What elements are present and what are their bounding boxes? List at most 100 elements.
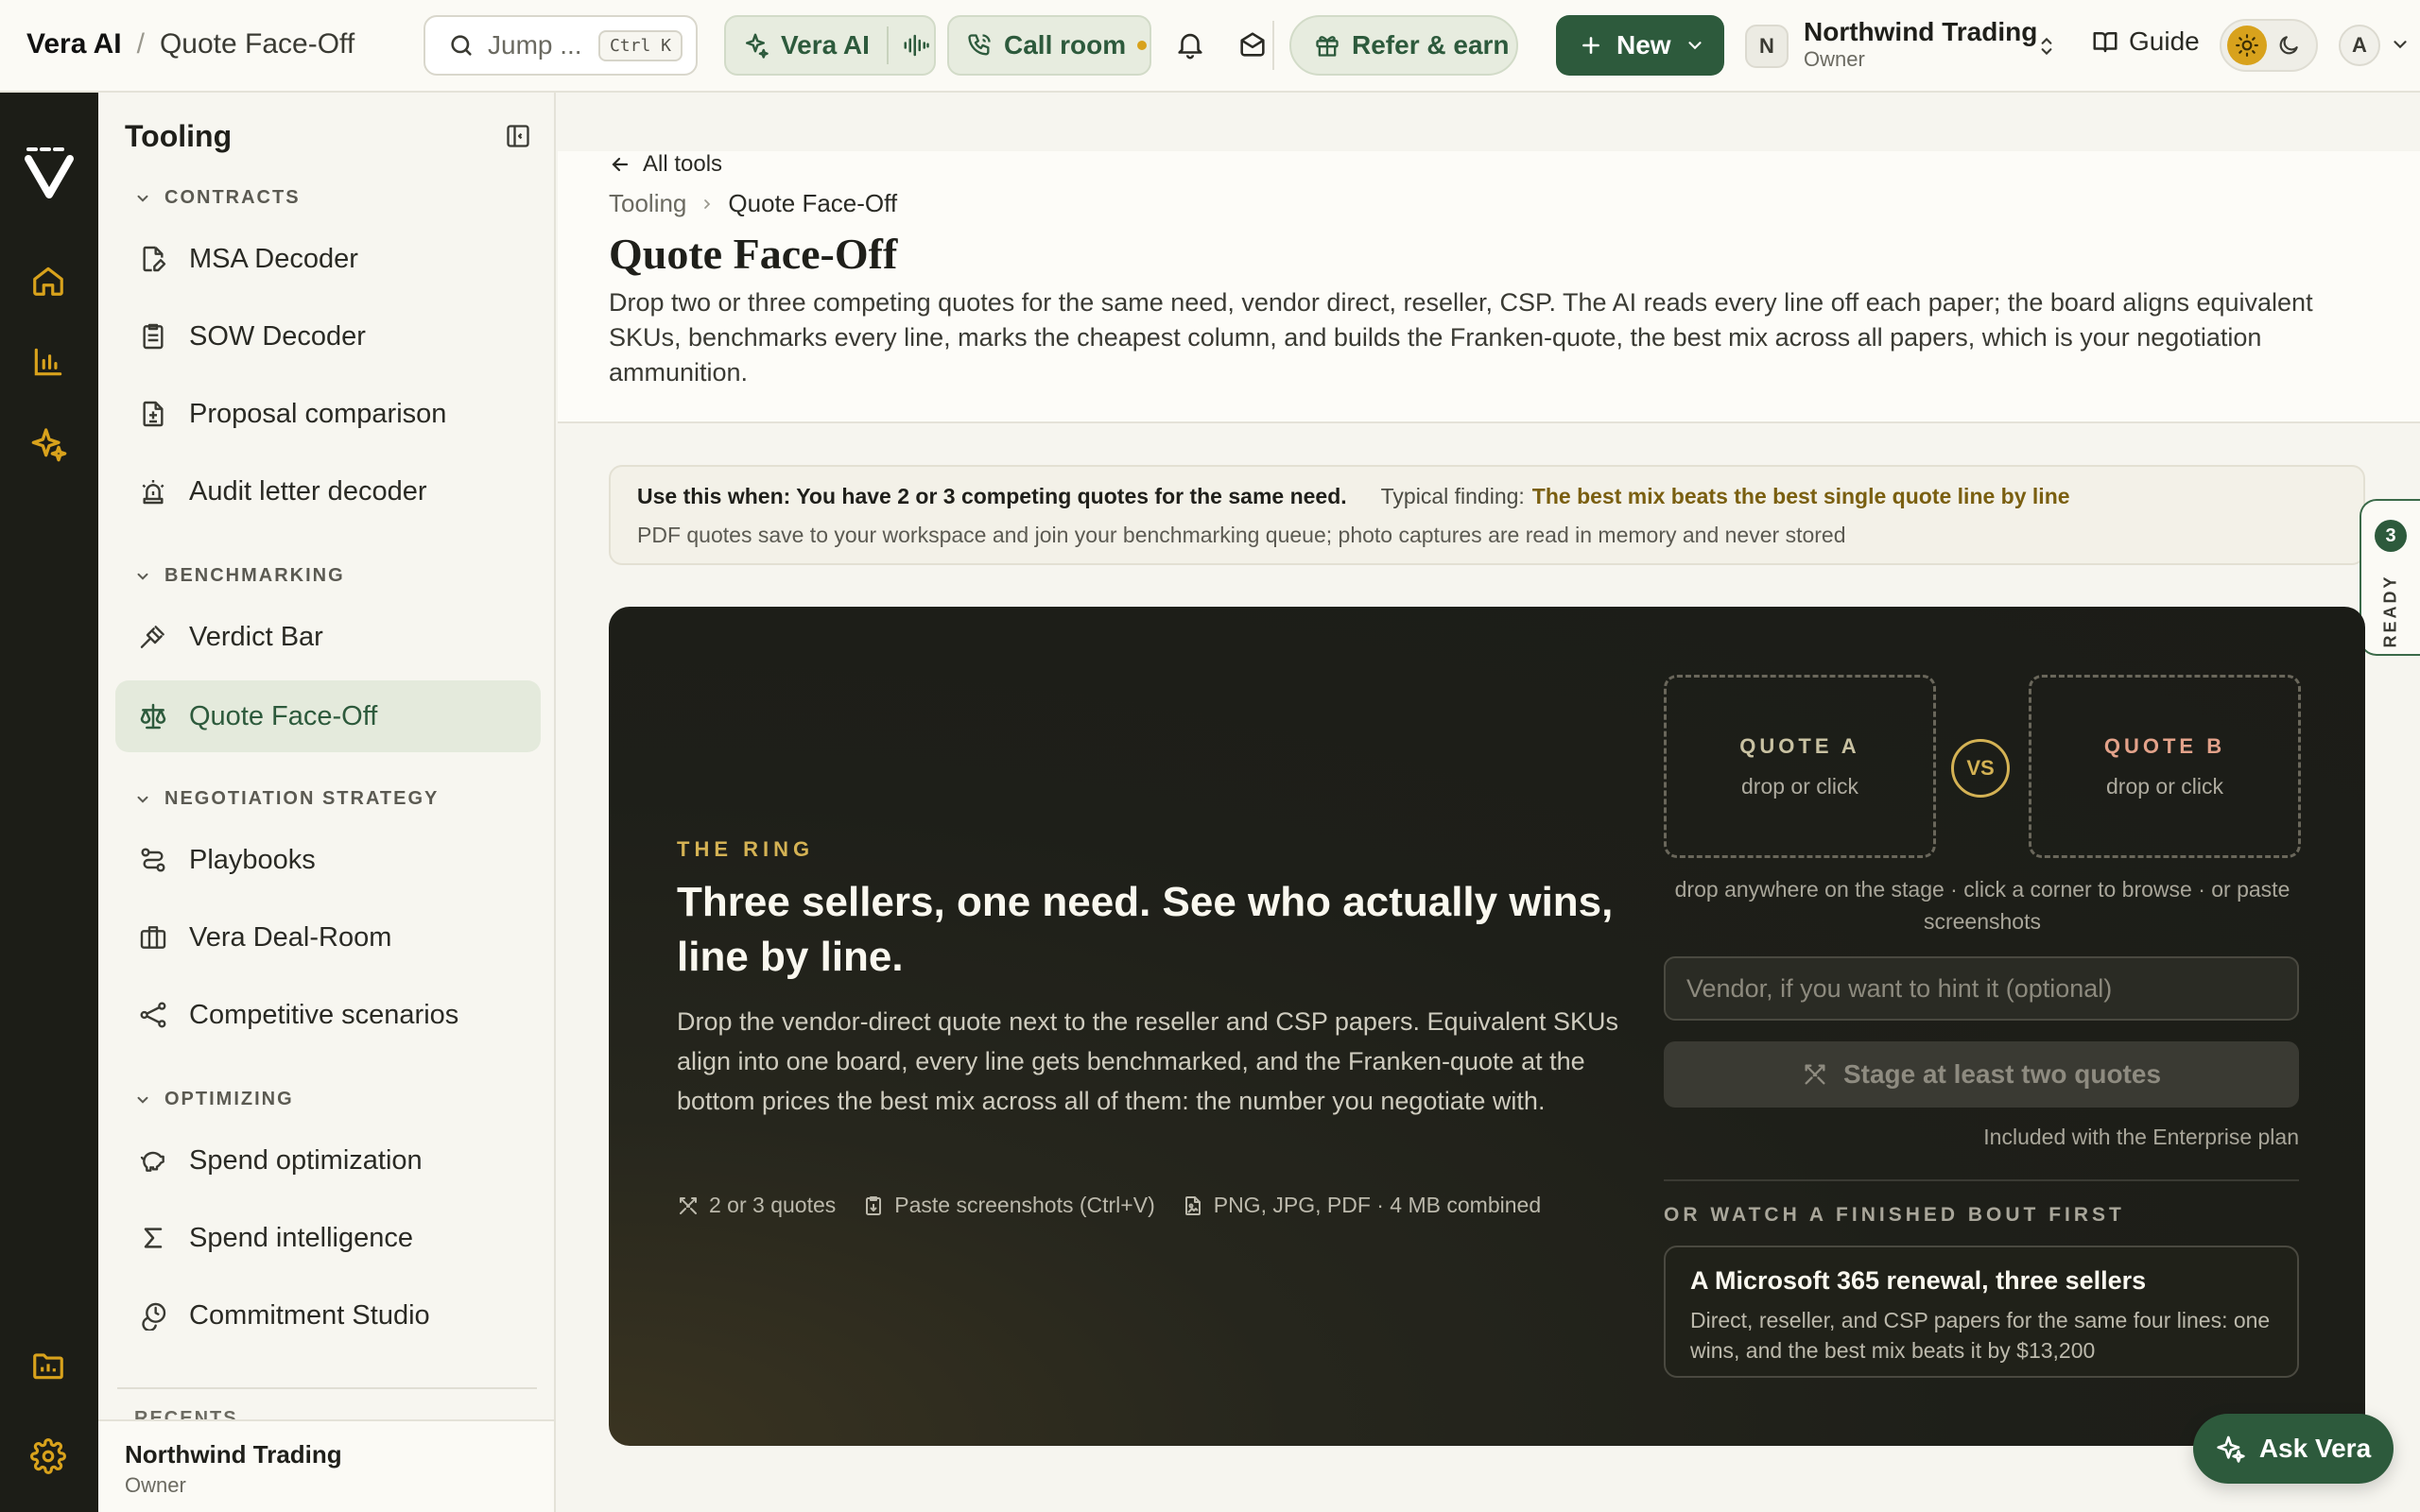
sparkle-tools-icon[interactable] bbox=[30, 425, 68, 463]
app-breadcrumb: Vera AI / Quote Face-Off bbox=[26, 28, 354, 60]
search-placeholder: Jump ... bbox=[488, 30, 582, 60]
briefcase-icon bbox=[136, 920, 170, 954]
ask-vera-button[interactable]: Ask Vera bbox=[2193, 1414, 2394, 1484]
section-negotiation-strategy[interactable]: NEGOTIATION STRATEGY bbox=[134, 788, 439, 810]
sidebar-item-playbooks[interactable]: Playbooks bbox=[115, 824, 541, 896]
chevron-right-icon bbox=[700, 197, 715, 212]
breadcrumb-separator: / bbox=[136, 28, 145, 60]
topbar-divider bbox=[1272, 21, 1274, 70]
scale-icon bbox=[136, 699, 170, 733]
guide-button[interactable]: Guide bbox=[2091, 26, 2200, 57]
quote-a-dropzone[interactable]: QUOTE A drop or click bbox=[1664, 675, 1936, 858]
section-label: CONTRACTS bbox=[164, 187, 301, 208]
sidebar-item-label: Quote Face-Off bbox=[189, 700, 378, 731]
org-role: Owner bbox=[1804, 47, 1865, 71]
page-description: Drop two or three competing quotes for t… bbox=[609, 288, 2313, 387]
sidebar-item-proposal-comparison[interactable]: Proposal comparison bbox=[115, 378, 541, 450]
sidebar-item-audit-letter-decoder[interactable]: Audit letter decoder bbox=[115, 455, 541, 527]
sidebar-item-quote-face-off[interactable]: Quote Face-Off bbox=[115, 680, 541, 752]
theme-toggle[interactable] bbox=[2220, 19, 2318, 72]
guide-label: Guide bbox=[2129, 26, 2200, 56]
analytics-icon[interactable] bbox=[30, 344, 66, 380]
sparkle-icon bbox=[741, 31, 769, 60]
org-switcher[interactable]: Northwind Trading Owner bbox=[1804, 17, 2037, 72]
stage-title: Three sellers, one need. See who actuall… bbox=[677, 879, 1614, 980]
chevron-down-icon[interactable] bbox=[2390, 34, 2411, 55]
new-label: New bbox=[1616, 30, 1671, 60]
bell-icon[interactable] bbox=[1174, 28, 1206, 60]
vendor-hint-input[interactable] bbox=[1664, 956, 2299, 1021]
sun-icon[interactable] bbox=[2227, 26, 2267, 65]
inbox-icon[interactable] bbox=[1236, 28, 1269, 60]
sidebar-item-label: Audit letter decoder bbox=[189, 475, 427, 507]
paste-screenshots-chip: Paste screenshots (Ctrl+V) bbox=[862, 1193, 1155, 1218]
clipboard-list-icon bbox=[136, 319, 170, 353]
chevron-down-icon bbox=[137, 796, 148, 803]
vera-ai-button[interactable]: Vera AI bbox=[724, 15, 936, 76]
demo-bout-card[interactable]: A Microsoft 365 renewal, three sellers D… bbox=[1664, 1246, 2299, 1378]
section-benchmarking[interactable]: BENCHMARKING bbox=[134, 565, 345, 587]
vera-logo[interactable] bbox=[23, 146, 76, 200]
sidebar-item-verdict-bar[interactable]: Verdict Bar bbox=[115, 601, 541, 673]
stage-description: Drop the vendor-direct quote next to the… bbox=[677, 1007, 1619, 1115]
org-name: Northwind Trading bbox=[1804, 17, 2038, 46]
back-to-all-tools-link[interactable]: All tools bbox=[609, 151, 722, 178]
reports-folder-icon[interactable] bbox=[30, 1348, 66, 1383]
settings-gear-icon[interactable] bbox=[30, 1438, 66, 1474]
swords-icon bbox=[1805, 1064, 1825, 1085]
collapse-sidebar-icon[interactable] bbox=[505, 123, 531, 149]
breadcrumb-tooling-link[interactable]: Tooling bbox=[609, 189, 686, 218]
quote-b-label: QUOTE B bbox=[2103, 733, 2226, 758]
ready-count-badge: 3 bbox=[2375, 520, 2407, 552]
voice-waveform-icon[interactable] bbox=[902, 31, 930, 60]
stage-button-label: Stage at least two quotes bbox=[1842, 1059, 2162, 1089]
refer-label: Refer & earn bbox=[1352, 30, 1510, 60]
sidebar-item-sow-decoder[interactable]: SOW Decoder bbox=[115, 301, 541, 372]
chevron-up-down-icon[interactable] bbox=[2034, 32, 2059, 60]
app-name[interactable]: Vera AI bbox=[26, 28, 122, 60]
section-optimizing[interactable]: OPTIMIZING bbox=[134, 1089, 294, 1110]
sidebar-item-label: Verdict Bar bbox=[189, 621, 323, 652]
section-contracts[interactable]: CONTRACTS bbox=[134, 187, 301, 209]
sidebar-org-footer[interactable]: Northwind Trading Owner bbox=[98, 1419, 554, 1512]
jump-search[interactable]: Jump ... Ctrl K bbox=[424, 15, 698, 76]
stage-quotes-button[interactable]: Stage at least two quotes bbox=[1664, 1041, 2299, 1108]
ready-queue-tab[interactable]: 3 READY bbox=[2360, 499, 2420, 656]
moon-icon[interactable] bbox=[2276, 33, 2301, 58]
quote-b-dropzone[interactable]: QUOTE B drop or click bbox=[2029, 675, 2301, 858]
chip-label: 2 or 3 quotes bbox=[709, 1193, 837, 1217]
icon-rail bbox=[0, 93, 98, 1512]
breadcrumb-current: Quote Face-Off bbox=[159, 28, 355, 60]
storage-note: PDF quotes save to your workspace and jo… bbox=[637, 523, 1846, 547]
sidebar-item-competitive-scenarios[interactable]: Competitive scenarios bbox=[115, 979, 541, 1051]
sidebar-item-vera-deal-room[interactable]: Vera Deal-Room bbox=[115, 902, 541, 973]
sigma-icon bbox=[136, 1221, 170, 1255]
sidebar-item-label: Vera Deal-Room bbox=[189, 921, 392, 953]
quote-count-chip: 2 or 3 quotes bbox=[677, 1193, 836, 1218]
chevron-down-icon bbox=[137, 573, 148, 580]
sidebar-item-msa-decoder[interactable]: MSA Decoder bbox=[115, 223, 541, 295]
stage-chips: 2 or 3 quotes Paste screenshots (Ctrl+V)… bbox=[677, 1193, 1567, 1218]
sidebar-item-label: Proposal comparison bbox=[189, 398, 447, 429]
chevron-down-icon bbox=[137, 195, 148, 202]
refer-earn-button[interactable]: Refer & earn bbox=[1289, 15, 1518, 76]
file-edit-icon bbox=[136, 242, 170, 276]
demo-description: Direct, reseller, and CSP papers for the… bbox=[1690, 1308, 2271, 1363]
sidebar-item-spend-optimization[interactable]: Spend optimization bbox=[115, 1125, 541, 1196]
chip-label: Paste screenshots (Ctrl+V) bbox=[894, 1193, 1155, 1217]
quote-a-label: QUOTE A bbox=[1739, 733, 1860, 758]
search-icon bbox=[448, 32, 475, 59]
sidebar-item-label: Spend intelligence bbox=[189, 1222, 414, 1253]
home-icon[interactable] bbox=[30, 263, 66, 299]
plus-icon bbox=[1579, 33, 1603, 58]
call-room-button[interactable]: Call room bbox=[947, 15, 1151, 76]
new-button[interactable]: New bbox=[1556, 15, 1724, 76]
sidebar-item-commitment-studio[interactable]: Commitment Studio bbox=[115, 1280, 541, 1351]
use-when-text: Use this when: You have 2 or 3 competing… bbox=[637, 484, 1347, 508]
user-avatar[interactable]: A bbox=[2339, 25, 2380, 66]
search-shortcut-badge: Ctrl K bbox=[597, 29, 683, 61]
pill-divider bbox=[886, 26, 889, 64]
sidebar-item-label: Spend optimization bbox=[189, 1144, 423, 1176]
page-title: Quote Face-Off bbox=[609, 230, 898, 278]
sidebar-item-spend-intelligence[interactable]: Spend intelligence bbox=[115, 1202, 541, 1274]
